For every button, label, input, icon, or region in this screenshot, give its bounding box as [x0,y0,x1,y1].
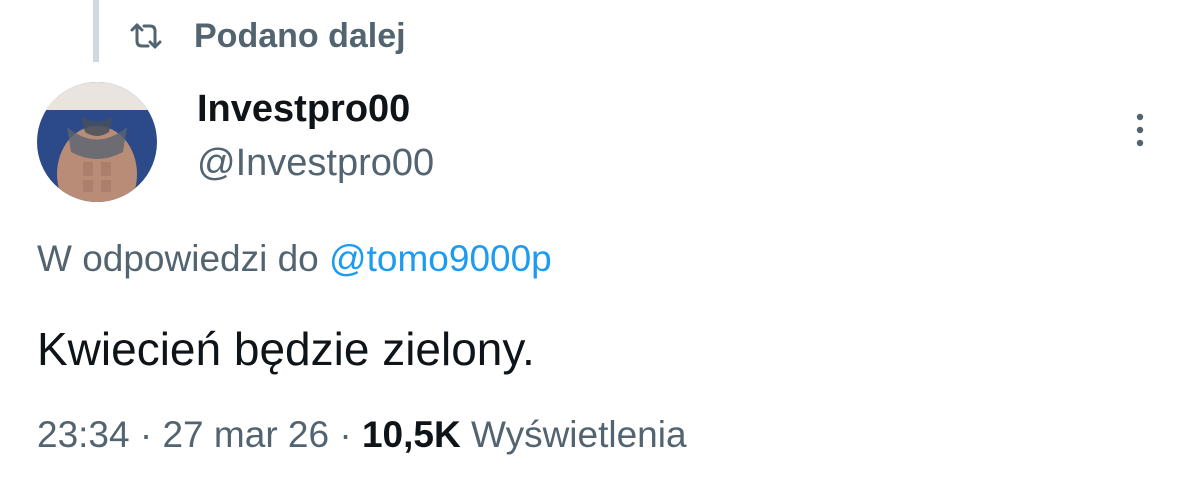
views-count[interactable]: 10,5K [362,414,461,455]
avatar-image [37,82,157,202]
more-options-button[interactable] [1122,108,1158,152]
repost-context[interactable]: Podano dalej [128,12,406,60]
author-handle[interactable]: @Investpro00 [197,142,434,185]
tweet-time[interactable]: 23:34 [37,414,130,455]
repost-icon [128,18,164,54]
more-vertical-icon [1136,113,1144,147]
reply-mention-link[interactable]: @tomo9000p [329,238,552,279]
author-display-name[interactable]: Investpro00 [197,88,410,131]
meta-separator: · [339,414,352,455]
tweet-text: Kwiecień będzie zielony. [37,323,535,375]
avatar[interactable] [37,82,157,202]
tweet-meta: 23:34 · 27 mar 26 · 10,5K Wyświetlenia [37,414,687,456]
tweet-date[interactable]: 27 mar 26 [162,414,329,455]
repost-label: Podano dalej [194,16,406,55]
thread-connector-line [93,0,99,62]
views-label: Wyświetlenia [470,414,687,455]
meta-separator: · [139,414,153,455]
reply-context: W odpowiedzi do @tomo9000p [37,238,552,280]
reply-prefix: W odpowiedzi do [37,238,319,279]
